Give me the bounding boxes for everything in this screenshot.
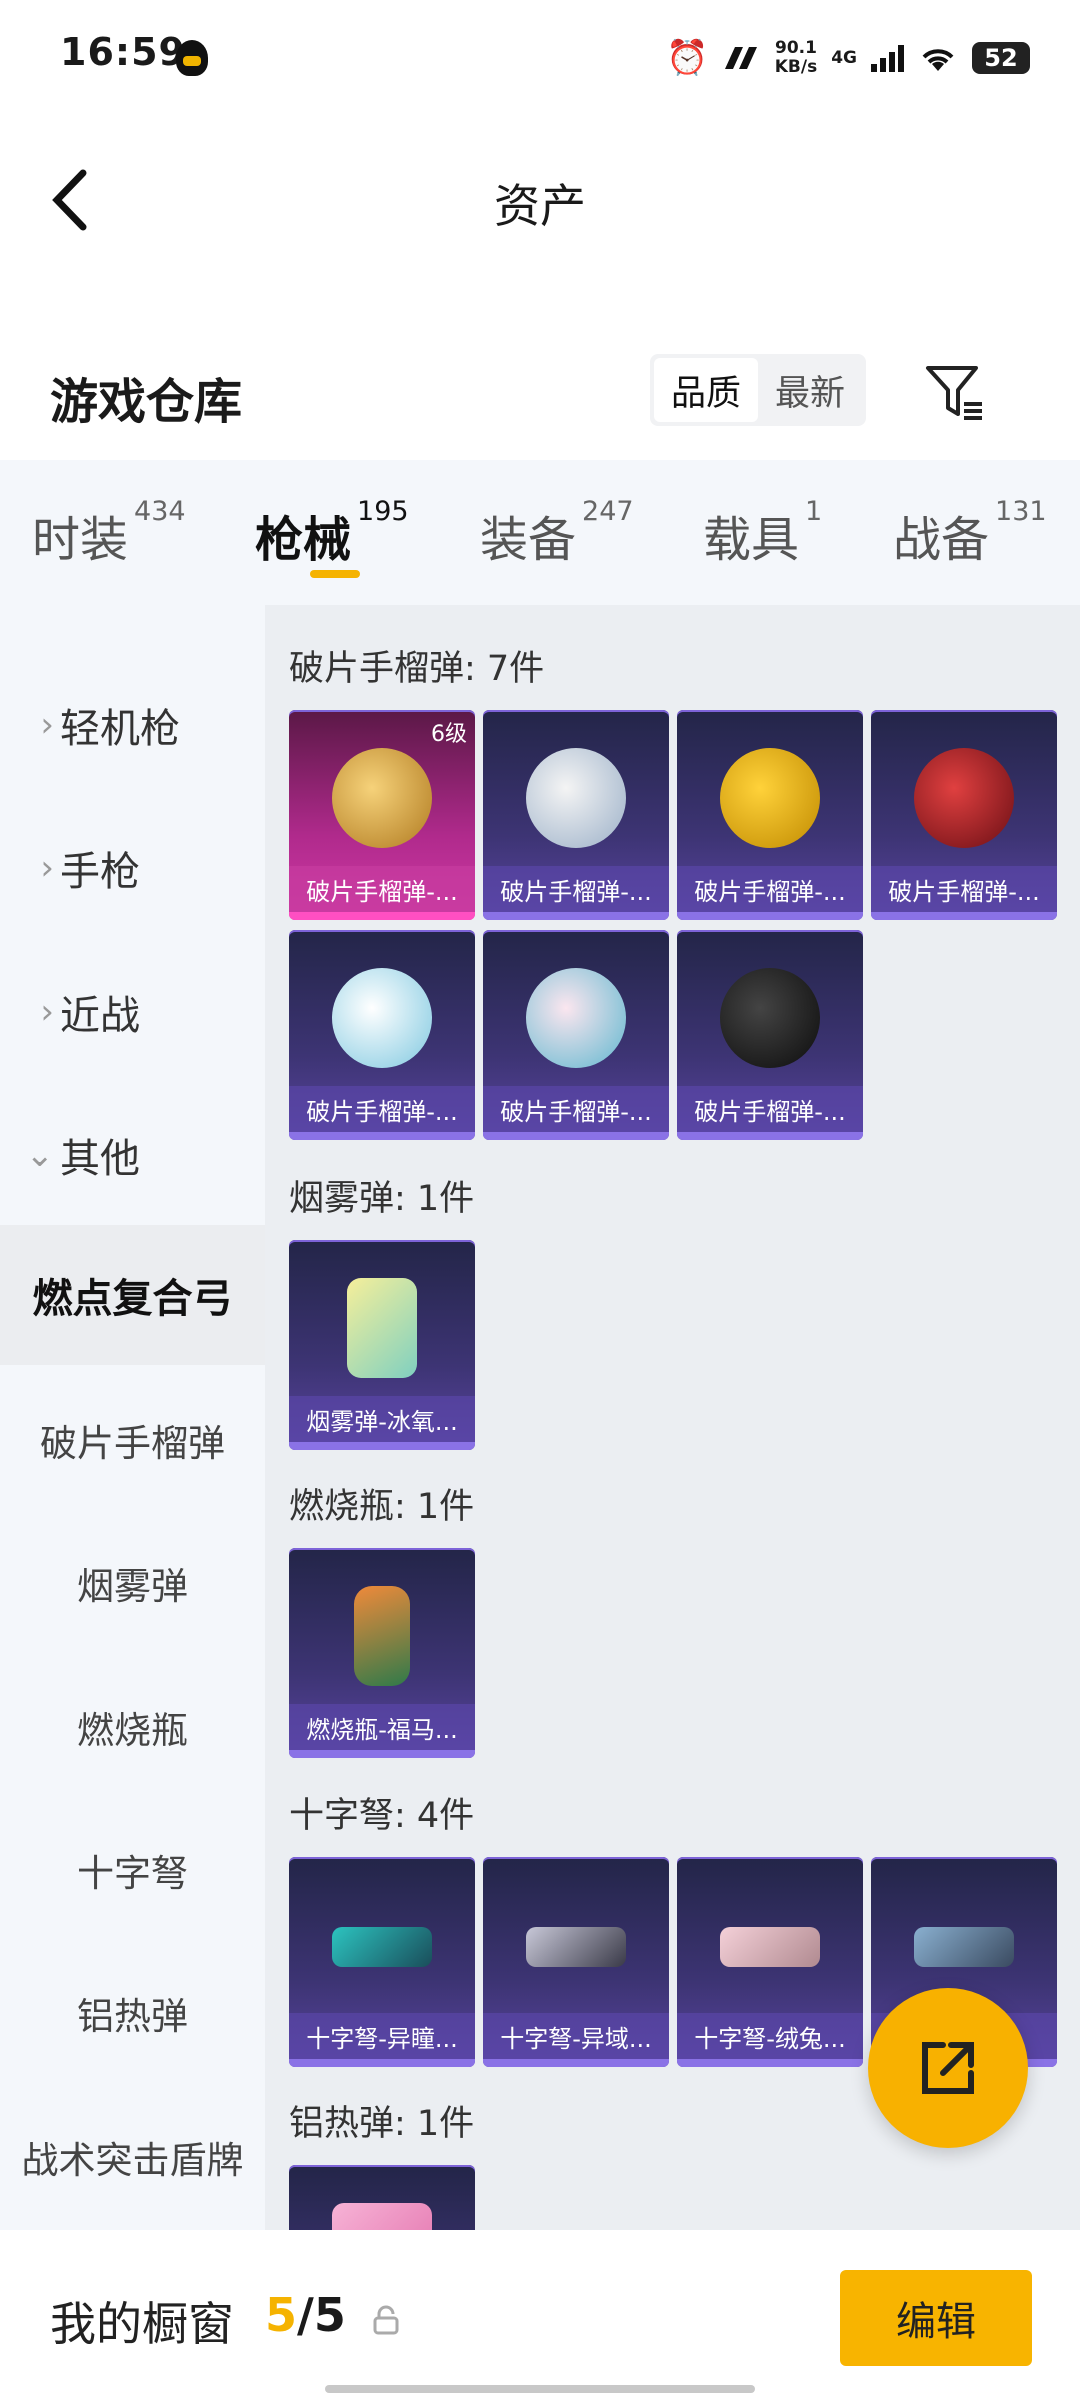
showcase-count: 5/5 <box>265 2288 346 2342</box>
item-card[interactable]: 破片手榴弹-... <box>289 930 475 1140</box>
item-label: 燃烧瓶-福马... <box>289 1704 475 1750</box>
sidebar-sub-smoke[interactable]: 烟雾弹 <box>0 1513 265 1653</box>
status-bar: 16:59 ⏰ 90.1 KB/s 4G 52 <box>0 0 1080 115</box>
wifi-icon <box>922 49 954 71</box>
item-card[interactable]: 十字弩-异瞳... <box>289 1857 475 2067</box>
tab-fashion[interactable]: 时装434 <box>32 496 186 570</box>
sidebar-item-pistol[interactable]: › 手枪 <box>0 798 265 938</box>
level-badge: 6级 <box>431 722 467 747</box>
item-card[interactable]: 破片手榴弹-... <box>483 930 669 1140</box>
grenade-icon <box>526 748 626 848</box>
item-card[interactable]: 十字弩-绒兔... <box>677 1857 863 2067</box>
sidebar: › 轻机枪 › 手枪 › 近战 ⌄ 其他 燃点复合弓 破片手榴弹 烟雾弹 燃烧瓶 十字弩… <box>0 605 265 2230</box>
chevron-right-icon: › <box>40 992 54 1032</box>
item-label: 破片手榴弹-... <box>289 1086 475 1132</box>
edit-button[interactable]: 编辑 <box>840 2270 1032 2366</box>
share-icon <box>922 2042 974 2094</box>
sidebar-item-selected[interactable]: 燃点复合弓 <box>0 1225 265 1365</box>
signal-brand-icon <box>724 47 757 69</box>
sidebar-sub-shield[interactable]: 战术突击盾牌 <box>0 2087 265 2227</box>
item-card[interactable] <box>289 2165 475 2230</box>
item-label: 十字弩-绒兔... <box>677 2013 863 2059</box>
sidebar-item-melee[interactable]: › 近战 <box>0 942 265 1082</box>
chevron-right-icon: › <box>40 705 54 745</box>
sort-newest-button[interactable]: 最新 <box>758 358 862 422</box>
crossbow-icon <box>526 1927 626 1967</box>
showcase-bar: 我的橱窗 5/5 编辑 <box>0 2230 1080 2400</box>
home-indicator <box>325 2385 755 2393</box>
section-title: 十字弩: 4件 <box>289 1796 475 1836</box>
item-card[interactable]: 破片手榴弹-... <box>871 710 1057 920</box>
grenade-icon <box>332 968 432 1068</box>
item-card[interactable]: 烟雾弹-冰氧... <box>289 1240 475 1450</box>
item-label: 破片手榴弹-... <box>871 866 1057 912</box>
grenade-icon <box>914 748 1014 848</box>
status-time: 16:59 <box>60 30 186 74</box>
crossbow-icon <box>720 1927 820 1967</box>
tab-vehicles[interactable]: 载具1 <box>703 496 822 570</box>
page-title: 资产 <box>494 179 586 233</box>
grenade-icon <box>720 968 820 1068</box>
sort-toggle: 品质 最新 <box>650 354 866 426</box>
molotov-icon <box>354 1586 410 1686</box>
item-grid: 破片手榴弹: 7件 6级 破片手榴弹-... 破片手榴弹-... 破片手榴弹-.… <box>265 605 1080 2230</box>
qq-icon <box>176 40 208 76</box>
sidebar-item-lmg[interactable]: › 轻机枪 <box>0 655 265 795</box>
sidebar-sub-crossbow[interactable]: 十字弩 <box>0 1800 265 1940</box>
filter-icon[interactable] <box>922 360 986 424</box>
item-label: 十字弩-异瞳... <box>289 2013 475 2059</box>
section-title: 烟雾弹: 1件 <box>289 1179 475 1219</box>
item-label: 破片手榴弹-... <box>289 866 475 912</box>
sort-quality-button[interactable]: 品质 <box>654 358 758 422</box>
item-card[interactable]: 破片手榴弹-... <box>677 710 863 920</box>
sidebar-sub-frag[interactable]: 破片手榴弹 <box>0 1370 265 1510</box>
active-tab-indicator <box>310 570 360 578</box>
battery-icon: 52 <box>972 42 1030 74</box>
alarm-icon: ⏰ <box>666 38 709 78</box>
item-card[interactable]: 十字弩-异域... <box>483 1857 669 2067</box>
smoke-grenade-icon <box>347 1278 417 1378</box>
item-card[interactable]: 6级 破片手榴弹-... <box>289 710 475 920</box>
cell-signal-icon <box>871 44 904 72</box>
tab-supplies[interactable]: 战备131 <box>893 496 1047 570</box>
section-title: 铝热弹: 1件 <box>289 2104 475 2144</box>
crossbow-icon <box>914 1927 1014 1967</box>
item-label: 破片手榴弹-... <box>483 1086 669 1132</box>
section-title: 燃烧瓶: 1件 <box>289 1487 475 1527</box>
showcase-label: 我的橱窗 <box>50 2297 234 2351</box>
item-label: 破片手榴弹-... <box>677 1086 863 1132</box>
crossbow-icon <box>332 1927 432 1967</box>
sidebar-item-other[interactable]: ⌄ 其他 <box>0 1085 265 1225</box>
net-speed: 90.1 KB/s <box>774 38 818 77</box>
grenade-icon <box>526 968 626 1068</box>
item-card[interactable]: 破片手榴弹-... <box>677 930 863 1140</box>
section-title: 破片手榴弹: 7件 <box>289 649 545 689</box>
item-label: 十字弩-异域... <box>483 2013 669 2059</box>
status-icons: ⏰ 90.1 KB/s 4G 52 <box>666 34 1030 82</box>
share-button[interactable] <box>868 1988 1028 2148</box>
network-type: 4G <box>831 48 857 68</box>
sidebar-sub-molotov[interactable]: 燃烧瓶 <box>0 1657 265 1797</box>
tab-equipment[interactable]: 装备247 <box>480 496 634 570</box>
chevron-down-icon: ⌄ <box>25 1135 55 1175</box>
category-tabs: 时装434 枪械195 装备247 载具1 战备131 <box>0 460 1080 605</box>
item-label: 破片手榴弹-... <box>483 866 669 912</box>
app-header: 资产 <box>0 115 1080 280</box>
tab-firearms[interactable]: 枪械195 <box>255 496 409 570</box>
item-label: 破片手榴弹-... <box>677 866 863 912</box>
item-card[interactable]: 燃烧瓶-福马... <box>289 1548 475 1758</box>
lock-icon <box>373 2305 399 2335</box>
grenade-icon <box>332 748 432 848</box>
warehouse-title: 游戏仓库 <box>50 374 243 430</box>
warehouse-title-row: 游戏仓库 品质 最新 <box>0 330 1080 450</box>
item-label: 烟雾弹-冰氧... <box>289 1396 475 1442</box>
item-card[interactable]: 破片手榴弹-... <box>483 710 669 920</box>
sidebar-sub-thermite[interactable]: 铝热弹 <box>0 1943 265 2083</box>
chevron-right-icon: › <box>40 848 54 888</box>
grenade-icon <box>720 748 820 848</box>
thermite-icon <box>332 2203 432 2230</box>
